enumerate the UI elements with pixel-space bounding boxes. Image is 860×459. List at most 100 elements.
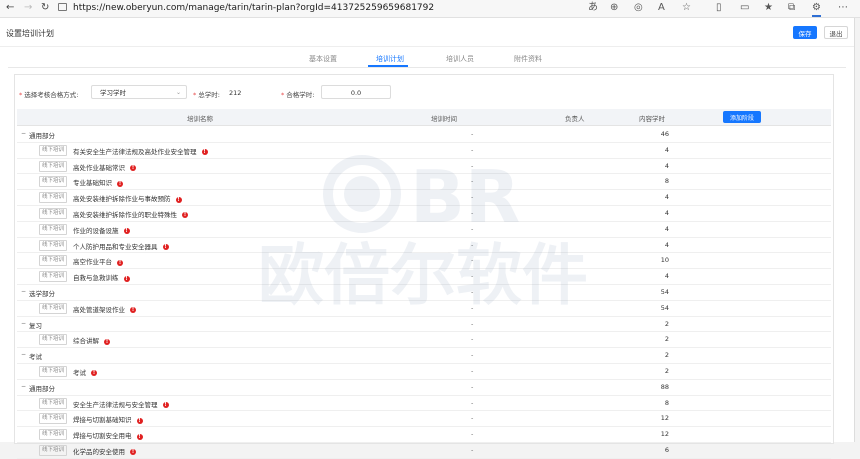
time-cell: - [471,256,474,265]
tab-trainees[interactable]: 培训人员 [446,54,474,64]
item-name-cell: 高处管道架设作业! [73,304,136,314]
more-menu-icon[interactable]: ⋯ [838,1,848,15]
group-row[interactable]: − 通用部分 - 46 [17,127,831,143]
tab-training-plan[interactable]: 培训计划 [376,54,404,64]
hours-cell: 54 [660,287,669,296]
item-name: 自救与急救训练 [73,274,119,283]
warning-icon: ! [182,212,188,219]
favorite-star-icon[interactable]: ☆ [682,1,691,15]
expand-toggle-icon[interactable]: − [21,288,26,295]
split-screen-icon[interactable]: ▯ [716,1,722,15]
browser-toolbar: ← → ↻ https://new.oberyun.com/manage/tar… [0,0,860,18]
hours-cell: 4 [664,161,669,170]
warning-icon: ! [130,307,136,314]
time-cell: - [471,177,474,186]
add-stage-button[interactable]: 添加阶段 [723,111,761,123]
warning-icon: ! [104,338,110,345]
hours-cell: 2 [664,366,669,375]
time-cell: - [471,351,474,360]
lock-icon [58,3,67,11]
item-name-cell: 考试! [73,367,97,377]
col-training-name: 培训名称 [187,115,213,123]
hours-cell: 8 [664,398,669,407]
item-name: 焊接与切割安全用电 [73,432,132,441]
item-row[interactable]: 线下培训 焊接与切割基础知识! - 12 [17,411,831,428]
item-row[interactable]: 线下培训 高处安装维护拆除作业的职业特殊性! - 4 [17,206,831,222]
warning-icon: ! [175,196,182,203]
read-aloud-icon[interactable]: A [658,1,665,15]
item-name: 有关安全生产法律法规及高处作业安全管理 [73,147,197,156]
item-name: 高处安装维护拆除作业与事故预防 [73,195,171,204]
hours-cell: 4 [664,224,669,233]
group-name: 复习 [29,321,42,330]
url-text: https://new.oberyun.com/manage/tarin/tar… [73,3,435,13]
tab-basic-settings[interactable]: 基本设置 [309,54,337,64]
group-row[interactable]: − 选学部分 - 54 [17,285,831,301]
back-arrow-icon[interactable]: ← [6,1,14,15]
group-row[interactable]: − 复习 - 2 [17,317,831,333]
expand-toggle-icon[interactable]: − [21,351,26,358]
refresh-page-icon[interactable]: ◎ [634,1,643,15]
time-cell: - [471,161,474,170]
item-row[interactable]: 线下培训 高处作业基础常识! - 4 [17,159,831,175]
zoom-icon[interactable]: ⊕ [610,1,618,15]
time-cell: - [471,130,474,138]
item-row[interactable]: 线下培训 考试! - 2 [17,364,831,380]
warning-icon: ! [136,433,143,440]
item-row[interactable]: 线下培训 焊接与切割安全用电! - 12 [17,427,831,443]
item-row[interactable]: 线下培训 安全生产法律法规与安全管理! - 8 [17,396,831,412]
extension-icon[interactable]: ⚙ [812,1,821,17]
col-training-time: 培训时间 [431,115,457,123]
favorites-icon[interactable]: ★ [764,1,773,15]
method-select[interactable]: 学习学时 ⌄ [91,85,187,99]
expand-toggle-icon[interactable]: − [21,320,26,327]
item-row[interactable]: 线下培训 综合讲解! - 2 [17,332,831,349]
time-cell: - [471,430,474,439]
hours-cell: 2 [664,351,669,360]
pass-hours-label: * 合格学时: [281,91,315,99]
item-row[interactable]: 线下培训 个人防护用品和专业安全器具! - 4 [17,238,831,254]
group-row[interactable]: − 通用部分 - 88 [17,380,831,396]
hours-cell: 4 [664,145,669,154]
hours-cell: 4 [664,208,669,217]
expand-toggle-icon[interactable]: − [21,383,26,390]
item-row[interactable]: 线下培训 专业基础知识! - 8 [17,174,831,191]
translate-icon[interactable]: あ [588,1,598,15]
item-name-cell: 焊接与切割安全用电! [73,430,143,440]
expand-toggle-icon[interactable]: − [21,130,26,137]
pass-hours-input[interactable]: 0.0 [321,85,391,99]
item-row[interactable]: 线下培训 化学品的安全使用! - 6 [17,443,831,459]
address-bar[interactable]: https://new.oberyun.com/manage/tarin/tar… [58,1,434,15]
item-row[interactable]: 线下培训 有关安全生产法律法规及高处作业安全管理! - 4 [17,143,831,159]
time-cell: - [471,224,474,233]
item-row[interactable]: 线下培训 作业的设备设施! - 4 [17,222,831,238]
group-name: 通用部分 [29,132,55,140]
forward-arrow-icon[interactable]: → [24,1,32,15]
total-hours-value: 212 [229,89,242,97]
item-name: 高处作业基础常识 [73,163,125,172]
offline-training-tag: 线下培训 [39,271,68,283]
item-name: 考试 [73,368,86,377]
item-row[interactable]: 线下培训 高处安装维护拆除作业与事故预防! - 4 [17,190,831,206]
item-row[interactable]: 线下培训 自救与急救训练! - 4 [17,269,831,285]
tab-attachments[interactable]: 附件资料 [514,54,542,64]
hours-cell: 10 [660,256,669,265]
collections-icon[interactable]: ⧉ [788,1,795,15]
item-row[interactable]: 线下培训 高空作业平台! - 10 [17,253,831,270]
sidebar-icon[interactable]: ▭ [740,1,749,15]
plan-panel: * 选择考核合格方式: 学习学时 ⌄ * 总学时: 212 * 合格学时: 0.0 培训… [14,74,834,459]
time-cell: - [471,145,474,154]
time-cell: - [471,414,474,423]
item-name-cell: 作业的设备设施! [73,225,130,235]
warning-icon: ! [91,370,97,377]
exit-button[interactable]: 退出 [824,26,848,39]
item-row[interactable]: 线下培训 高处管道架设作业! - 54 [17,301,831,317]
save-button[interactable]: 保存 [793,26,817,39]
method-label: * 选择考核合格方式: [19,91,79,99]
group-name: 选学部分 [29,289,55,298]
time-cell: - [471,240,474,249]
group-row[interactable]: − 考试 - 2 [17,348,831,364]
refresh-icon[interactable]: ↻ [41,1,49,15]
item-name: 焊接与切割基础知识 [73,416,132,425]
item-name-cell: 焊接与切割基础知识! [73,414,143,424]
